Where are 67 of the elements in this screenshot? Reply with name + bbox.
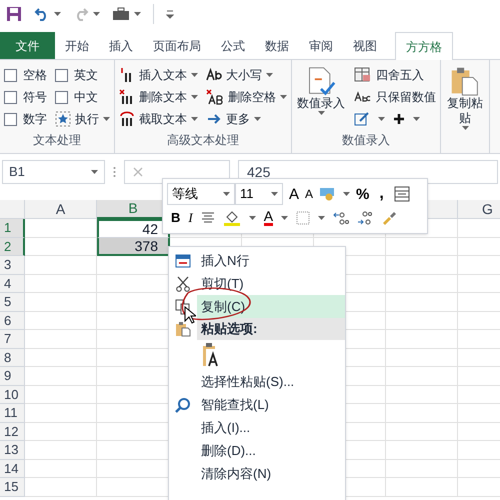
file-tab[interactable]: 文件 <box>0 32 55 59</box>
shrink-font-button[interactable]: A <box>305 188 314 200</box>
ribbon-tab[interactable]: 开始 <box>55 32 99 59</box>
row-header[interactable]: 3 <box>0 256 25 274</box>
ribbon-command[interactable]: 插入文本 <box>119 64 198 86</box>
ribbon-tab[interactable]: 页面布局 <box>143 32 211 59</box>
comma-button[interactable]: , <box>375 186 388 202</box>
group-label: 高级文本处理 <box>166 132 240 149</box>
percent-button[interactable]: % <box>356 186 370 202</box>
row-header[interactable]: 7 <box>0 330 25 348</box>
row-header[interactable]: 2 <box>0 238 25 256</box>
grow-font-button[interactable]: A <box>289 186 300 202</box>
group-label: 文本处理 <box>32 132 82 149</box>
ribbon-command[interactable]: 删除文本 <box>119 86 198 108</box>
ribbon-command[interactable]: 执行 <box>55 108 110 130</box>
ribbon-command[interactable]: 截取文本 <box>119 108 198 130</box>
column-header[interactable]: G <box>458 200 500 219</box>
ribbon-command[interactable]: 大小写 <box>206 64 287 86</box>
table-cell[interactable]: 378 <box>97 238 170 256</box>
font-size-field[interactable]: 11 <box>235 183 283 205</box>
ribbon-tab[interactable]: 公式 <box>211 32 255 59</box>
ribbon-command[interactable]: 更多 <box>206 108 287 130</box>
row-header[interactable]: 14 <box>0 460 25 478</box>
column-header[interactable]: A <box>25 200 97 219</box>
cell-reference: B1 <box>9 163 25 182</box>
menu-item[interactable]: 复制(C) <box>197 295 345 318</box>
row-header[interactable]: 10 <box>0 386 25 404</box>
row-header[interactable]: 8 <box>0 348 25 367</box>
italic-button[interactable]: I <box>188 211 193 224</box>
menu-item[interactable]: 选择性粘贴(S)... <box>197 370 345 393</box>
menu-item[interactable]: 清除内容(N) <box>197 462 345 485</box>
menu-item[interactable]: 剪切(T) <box>197 272 345 295</box>
ribbon-tab[interactable]: 视图 <box>343 32 387 59</box>
row-header[interactable]: 11 <box>0 404 25 422</box>
menu-section-header: 粘贴选项: <box>197 318 345 340</box>
ribbon-command[interactable]: 删除空格 <box>206 86 287 108</box>
ribbon-tab[interactable]: 审阅 <box>299 32 343 59</box>
name-box[interactable]: B1 <box>2 160 105 184</box>
row-header[interactable]: 1 <box>0 219 25 238</box>
ribbon-tab[interactable]: 插入 <box>99 32 143 59</box>
row-header[interactable]: 5 <box>0 293 25 312</box>
bold-button[interactable]: B <box>171 211 180 224</box>
menu-item[interactable]: 智能查找(L) <box>197 393 345 416</box>
menu-item[interactable]: 删除(D)... <box>197 439 345 462</box>
font-color-button[interactable]: A <box>264 209 274 226</box>
ribbon-checkbox[interactable]: 数字 <box>4 108 47 130</box>
ribbon-command[interactable]: 四舍五入 <box>354 64 436 86</box>
row-header[interactable]: 9 <box>0 367 25 386</box>
ribbon-tab[interactable]: 方方格 <box>395 32 453 60</box>
ribbon-command[interactable]: 只保留数值 <box>354 86 436 108</box>
menu-item[interactable]: 插入N行 <box>197 249 345 272</box>
font-name-field[interactable]: 等线 <box>167 183 235 205</box>
ribbon-checkbox[interactable]: 空格 <box>4 64 47 86</box>
ribbon-checkbox[interactable]: 中文 <box>55 86 110 108</box>
row-header[interactable]: 4 <box>0 274 25 293</box>
ribbon-checkbox[interactable]: 符号 <box>4 86 47 108</box>
large-ribbon-button[interactable]: 复制粘贴 <box>445 64 485 130</box>
large-ribbon-button[interactable]: 数值录入 <box>296 64 346 115</box>
row-header[interactable]: 6 <box>0 312 25 330</box>
group-label: 数值录入 <box>341 132 391 149</box>
row-header[interactable]: 12 <box>0 422 25 441</box>
table-cell[interactable]: 42 <box>97 219 170 238</box>
ribbon-checkbox[interactable]: 英文 <box>55 64 110 86</box>
menu-item[interactable]: 插入(I)... <box>197 416 345 439</box>
ribbon-tab[interactable]: 数据 <box>255 32 299 59</box>
row-header[interactable]: 13 <box>0 441 25 460</box>
row-header[interactable]: 15 <box>0 478 25 496</box>
